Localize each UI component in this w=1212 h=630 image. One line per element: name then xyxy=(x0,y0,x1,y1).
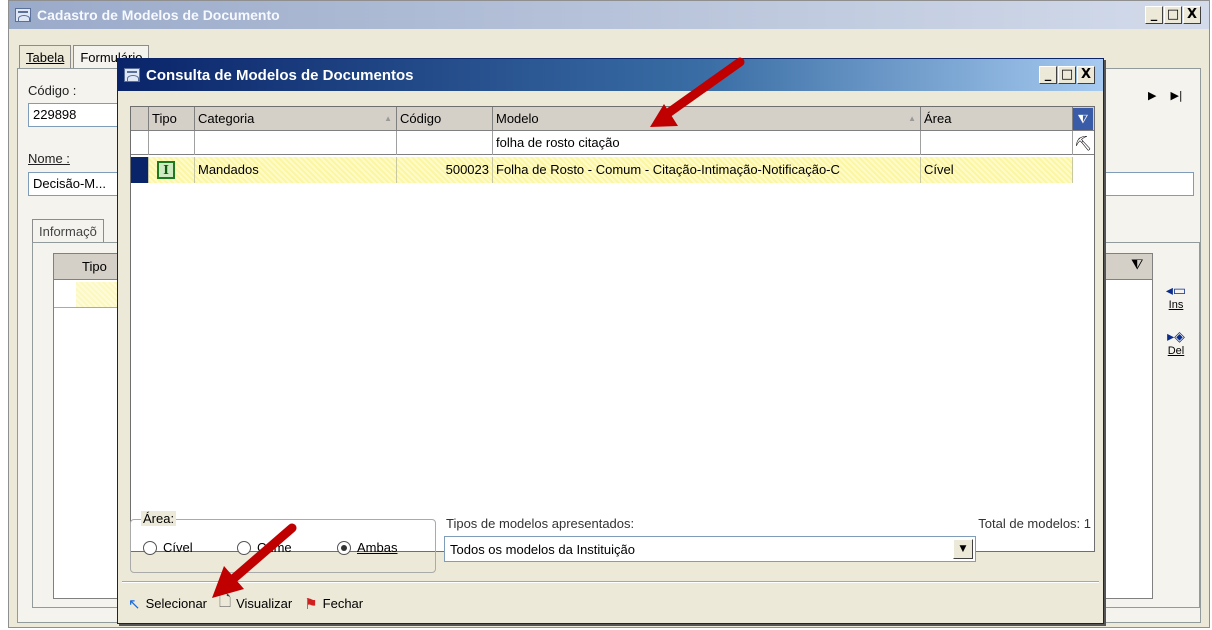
annotation-arrows xyxy=(212,57,745,598)
annotation-arrow-selecionar xyxy=(212,523,297,598)
annotation-arrow-filter xyxy=(650,57,745,127)
